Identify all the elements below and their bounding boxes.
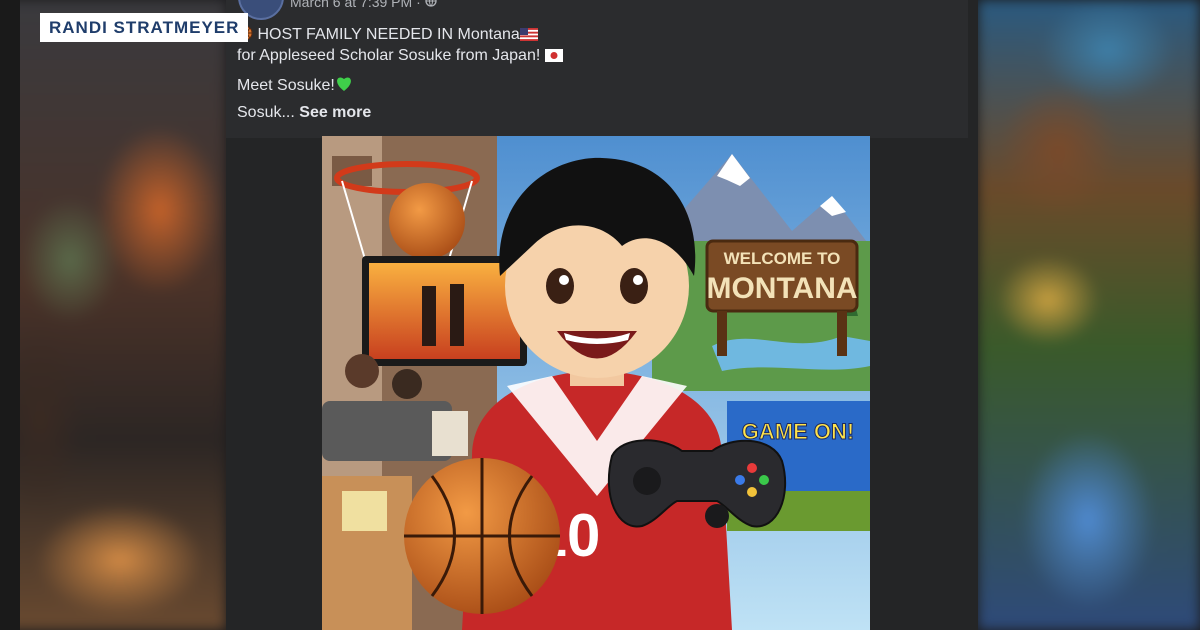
reporter-nameplate: RANDI STRATMEYER — [40, 13, 249, 42]
game-banner-text: GAME ON! — [742, 419, 854, 444]
screen-edge — [0, 0, 20, 630]
post-line-4: Sosuk... See more — [237, 104, 371, 122]
sign-top-text: WELCOME TO — [724, 249, 841, 268]
post-line-4-text: Sosuk... — [237, 104, 295, 121]
background-right-blur — [978, 0, 1200, 630]
post-timestamp[interactable]: March 6 at 7:39 PM — [290, 0, 412, 10]
japan-flag-icon — [544, 49, 563, 67]
background-left-blur — [0, 0, 226, 630]
green-heart-icon — [335, 76, 353, 97]
see-more-link[interactable]: See more — [299, 104, 371, 121]
post-image[interactable]: WELCOME TO MONTANA GAME ON! 10 — [322, 136, 870, 630]
us-flag-icon — [519, 28, 538, 46]
sign-main-text: MONTANA — [706, 272, 857, 305]
post-line-2-text: for Appleseed Scholar Sosuke from Japan! — [237, 47, 541, 64]
post-line-3: Meet Sosuke! — [237, 76, 353, 97]
post-meta: March 6 at 7:39 PM · — [290, 0, 437, 10]
post-line-1: HOST FAMILY NEEDED IN Montana — [237, 25, 538, 46]
post-line-2: for Appleseed Scholar Sosuke from Japan! — [237, 47, 563, 67]
post-image-illustration: WELCOME TO MONTANA GAME ON! 10 — [322, 136, 870, 630]
separator-dot: · — [416, 0, 425, 10]
post-line-1-text: HOST FAMILY NEEDED IN Montana — [257, 26, 520, 43]
globe-icon — [424, 0, 437, 10]
post-line-3-text: Meet Sosuke! — [237, 77, 335, 94]
